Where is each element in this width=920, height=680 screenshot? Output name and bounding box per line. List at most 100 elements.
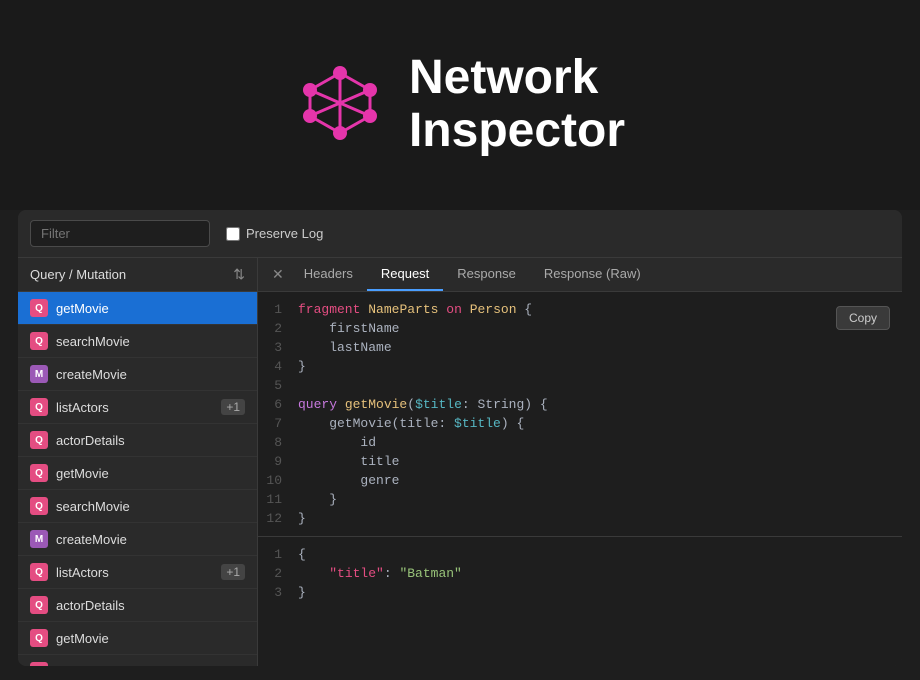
token: { — [298, 547, 306, 562]
tab-response-raw[interactable]: Response (Raw) — [530, 258, 655, 291]
response-section: 1{2 "title": "Batman"3} — [258, 541, 902, 602]
list-item[interactable]: QactorDetails — [18, 589, 257, 622]
line-number: 5 — [258, 378, 298, 393]
line-content: title — [298, 454, 902, 469]
preserve-log-label[interactable]: Preserve Log — [226, 226, 323, 241]
code-line: 2 firstName — [258, 319, 902, 338]
app-title-line2: Inspector — [409, 105, 625, 158]
list-item[interactable]: QactorDetails — [18, 424, 257, 457]
sidebar-sort-icon[interactable]: ⇅ — [233, 266, 245, 283]
line-number: 10 — [258, 473, 298, 488]
app-header: Network Inspector — [0, 0, 920, 210]
list-item[interactable]: QsearchMovie — [18, 325, 257, 358]
line-content: fragment NameParts on Person { — [298, 302, 902, 317]
token — [298, 566, 329, 581]
token — [337, 397, 345, 412]
tab-request[interactable]: Request — [367, 258, 443, 291]
list-item[interactable]: QlistActors+1 — [18, 556, 257, 589]
line-content: } — [298, 585, 902, 600]
code-line: 3 lastName — [258, 338, 902, 357]
sidebar: Query / Mutation ⇅ QgetMovieQsearchMovie… — [18, 258, 258, 666]
item-type-badge: Q — [30, 431, 48, 449]
list-item[interactable]: QsearchMovie — [18, 655, 257, 666]
code-line: 12} — [258, 509, 902, 528]
token: Person — [470, 302, 517, 317]
list-item[interactable]: QgetMovie — [18, 622, 257, 655]
item-name-label: getMovie — [56, 301, 245, 316]
app-logo — [295, 58, 385, 153]
token: } — [298, 492, 337, 507]
line-content: } — [298, 359, 902, 374]
preserve-log-checkbox[interactable] — [226, 227, 240, 241]
line-content: } — [298, 492, 902, 507]
item-name-label: getMovie — [56, 631, 245, 646]
tab-response[interactable]: Response — [443, 258, 530, 291]
list-item[interactable]: QgetMovie — [18, 292, 257, 325]
token: query — [298, 397, 337, 412]
copy-button[interactable]: Copy — [836, 306, 890, 330]
line-content: { — [298, 547, 902, 562]
token: } — [298, 359, 306, 374]
sidebar-list: QgetMovieQsearchMovieMcreateMovieQlistAc… — [18, 292, 257, 666]
line-content: lastName — [298, 340, 902, 355]
line-content: firstName — [298, 321, 902, 336]
code-line: 7 getMovie(title: $title) { — [258, 414, 902, 433]
line-number: 4 — [258, 359, 298, 374]
item-name-label: searchMovie — [56, 664, 245, 667]
line-number: 9 — [258, 454, 298, 469]
line-content: "title": "Batman" — [298, 566, 902, 581]
token: NameParts — [368, 302, 438, 317]
list-item[interactable]: QlistActors+1 — [18, 391, 257, 424]
line-number: 12 — [258, 511, 298, 526]
preserve-log-text: Preserve Log — [246, 226, 323, 241]
item-type-badge: Q — [30, 662, 48, 666]
sidebar-header: Query / Mutation ⇅ — [18, 258, 257, 292]
item-type-badge: Q — [30, 629, 48, 647]
code-line: 8 id — [258, 433, 902, 452]
item-name-label: actorDetails — [56, 433, 245, 448]
token: : — [384, 566, 400, 581]
app-title-line1: Network — [409, 52, 625, 105]
item-type-badge: Q — [30, 464, 48, 482]
line-content: } — [298, 511, 902, 526]
list-item[interactable]: QsearchMovie — [18, 490, 257, 523]
token: $title — [454, 416, 501, 431]
code-area: Copy 1fragment NameParts on Person {2 fi… — [258, 292, 902, 666]
item-name-label: listActors — [56, 565, 213, 580]
filter-input[interactable] — [30, 220, 210, 247]
response-code-block: 1{2 "title": "Batman"3} — [258, 545, 902, 602]
token: on — [446, 302, 462, 317]
line-number: 1 — [258, 302, 298, 317]
line-number: 7 — [258, 416, 298, 431]
close-button[interactable]: ✕ — [266, 258, 290, 291]
code-line: 2 "title": "Batman" — [258, 564, 902, 583]
line-number: 6 — [258, 397, 298, 412]
token: id — [298, 435, 376, 450]
item-name-label: actorDetails — [56, 598, 245, 613]
tabs-bar: ✕ Headers Request Response Response (Raw… — [258, 258, 902, 292]
right-panel: ✕ Headers Request Response Response (Raw… — [258, 258, 902, 666]
code-line: 6query getMovie($title: String) { — [258, 395, 902, 414]
token: firstName — [298, 321, 399, 336]
list-item[interactable]: McreateMovie — [18, 523, 257, 556]
tab-headers[interactable]: Headers — [290, 258, 367, 291]
item-type-badge: Q — [30, 299, 48, 317]
line-number: 8 — [258, 435, 298, 450]
item-count-badge: +1 — [221, 399, 245, 415]
token: fragment — [298, 302, 360, 317]
token: ( — [407, 397, 415, 412]
token: { — [517, 302, 533, 317]
list-item[interactable]: QgetMovie — [18, 457, 257, 490]
token: } — [298, 585, 306, 600]
request-section: Copy 1fragment NameParts on Person {2 fi… — [258, 300, 902, 532]
code-line: 1{ — [258, 545, 902, 564]
sidebar-header-label: Query / Mutation — [30, 267, 126, 282]
item-name-label: searchMovie — [56, 499, 245, 514]
line-number: 2 — [258, 321, 298, 336]
code-line: 4} — [258, 357, 902, 376]
section-divider — [258, 536, 902, 537]
item-name-label: createMovie — [56, 367, 245, 382]
token: } — [298, 511, 306, 526]
list-item[interactable]: McreateMovie — [18, 358, 257, 391]
line-content: query getMovie($title: String) { — [298, 397, 902, 412]
